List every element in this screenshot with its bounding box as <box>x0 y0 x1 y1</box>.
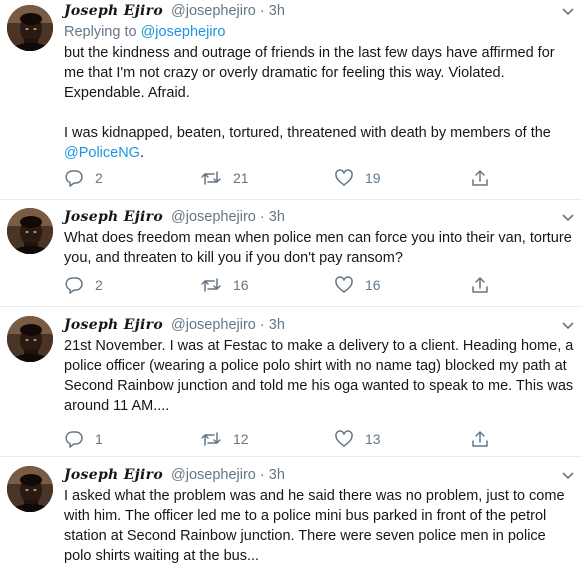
reply-count: 2 <box>95 170 103 186</box>
share-icon <box>470 275 490 295</box>
reply-count: 2 <box>95 277 103 293</box>
retweet-button[interactable]: 21 <box>200 168 249 188</box>
retweet-icon <box>200 429 222 449</box>
tweet-actions: 2 21 19 <box>64 168 504 188</box>
comment-icon <box>64 275 84 295</box>
reply-button[interactable]: 1 <box>64 429 103 449</box>
retweet-icon <box>200 168 222 188</box>
avatar[interactable] <box>7 208 53 254</box>
retweet-icon <box>200 275 222 295</box>
display-name[interactable]: Joseph Ejiro <box>64 209 163 225</box>
replying-to-handle[interactable]: @josephejiro <box>141 24 226 40</box>
display-name[interactable]: Joseph Ejiro <box>64 467 163 483</box>
tweet[interactable]: Joseph Ejiro @josephejiro · 3h Replying … <box>0 0 582 200</box>
separator-dot: · <box>259 209 265 225</box>
tweet-text: 21st November. I was at Festac to make a… <box>64 338 574 414</box>
comment-icon <box>64 168 84 188</box>
share-button[interactable] <box>470 275 490 295</box>
separator-dot: · <box>259 317 265 333</box>
timestamp[interactable]: 3h <box>269 209 285 225</box>
timestamp[interactable]: 3h <box>269 467 285 483</box>
timestamp[interactable]: 3h <box>269 317 285 333</box>
share-button[interactable] <box>470 168 490 188</box>
retweet-count: 12 <box>233 431 249 447</box>
share-button[interactable] <box>470 429 490 449</box>
tweet-text-segment: . <box>139 145 144 161</box>
retweet-button[interactable]: 12 <box>200 429 249 449</box>
tweet[interactable]: Joseph Ejiro @josephejiro · 3h 21st Nove… <box>0 307 582 457</box>
like-button[interactable]: 16 <box>334 275 381 295</box>
tweet[interactable]: Joseph Ejiro @josephejiro · 3h I asked w… <box>0 457 582 568</box>
tweet-actions: 1 12 13 <box>64 429 504 449</box>
tweet-text: but the kindness and outrage of friends … <box>64 43 574 163</box>
tweet[interactable]: Joseph Ejiro @josephejiro · 3h What does… <box>0 200 582 307</box>
like-count: 19 <box>365 170 381 186</box>
avatar[interactable] <box>7 466 53 512</box>
tweet-actions: 2 16 16 <box>64 275 504 295</box>
like-button[interactable]: 13 <box>334 429 381 449</box>
separator-dot: · <box>259 3 265 19</box>
timestamp[interactable]: 3h <box>269 3 285 19</box>
avatar[interactable] <box>7 316 53 362</box>
retweet-count: 21 <box>233 170 249 186</box>
replying-to-label: Replying to <box>64 24 141 40</box>
like-count: 13 <box>365 431 381 447</box>
like-count: 16 <box>365 277 381 293</box>
retweet-count: 16 <box>233 277 249 293</box>
user-handle[interactable]: @josephejiro <box>171 467 256 483</box>
tweet-text: What does freedom mean when police men c… <box>64 230 572 266</box>
reply-count: 1 <box>95 431 103 447</box>
share-icon <box>470 168 490 188</box>
reply-button[interactable]: 2 <box>64 275 103 295</box>
retweet-button[interactable]: 16 <box>200 275 249 295</box>
heart-icon <box>334 168 354 188</box>
tweet-paragraph: I was kidnapped, beaten, tortured, threa… <box>64 123 574 163</box>
display-name[interactable]: Joseph Ejiro <box>64 3 163 19</box>
user-handle[interactable]: @josephejiro <box>171 3 256 19</box>
heart-icon <box>334 275 354 295</box>
tweet-paragraph: but the kindness and outrage of friends … <box>64 45 555 101</box>
avatar[interactable] <box>7 5 53 51</box>
comment-icon <box>64 429 84 449</box>
tweet-text: I asked what the problem was and he said… <box>64 488 565 564</box>
user-handle[interactable]: @josephejiro <box>171 317 256 333</box>
separator-dot: · <box>259 467 265 483</box>
reply-button[interactable]: 2 <box>64 168 103 188</box>
replying-to: Replying to @josephejiro <box>64 23 574 42</box>
mention-link[interactable]: @PoliceNG <box>64 145 140 161</box>
heart-icon <box>334 429 354 449</box>
like-button[interactable]: 19 <box>334 168 381 188</box>
share-icon <box>470 429 490 449</box>
display-name[interactable]: Joseph Ejiro <box>64 317 163 333</box>
tweet-text-segment: I was kidnapped, beaten, tortured, threa… <box>64 125 551 141</box>
user-handle[interactable]: @josephejiro <box>171 209 256 225</box>
